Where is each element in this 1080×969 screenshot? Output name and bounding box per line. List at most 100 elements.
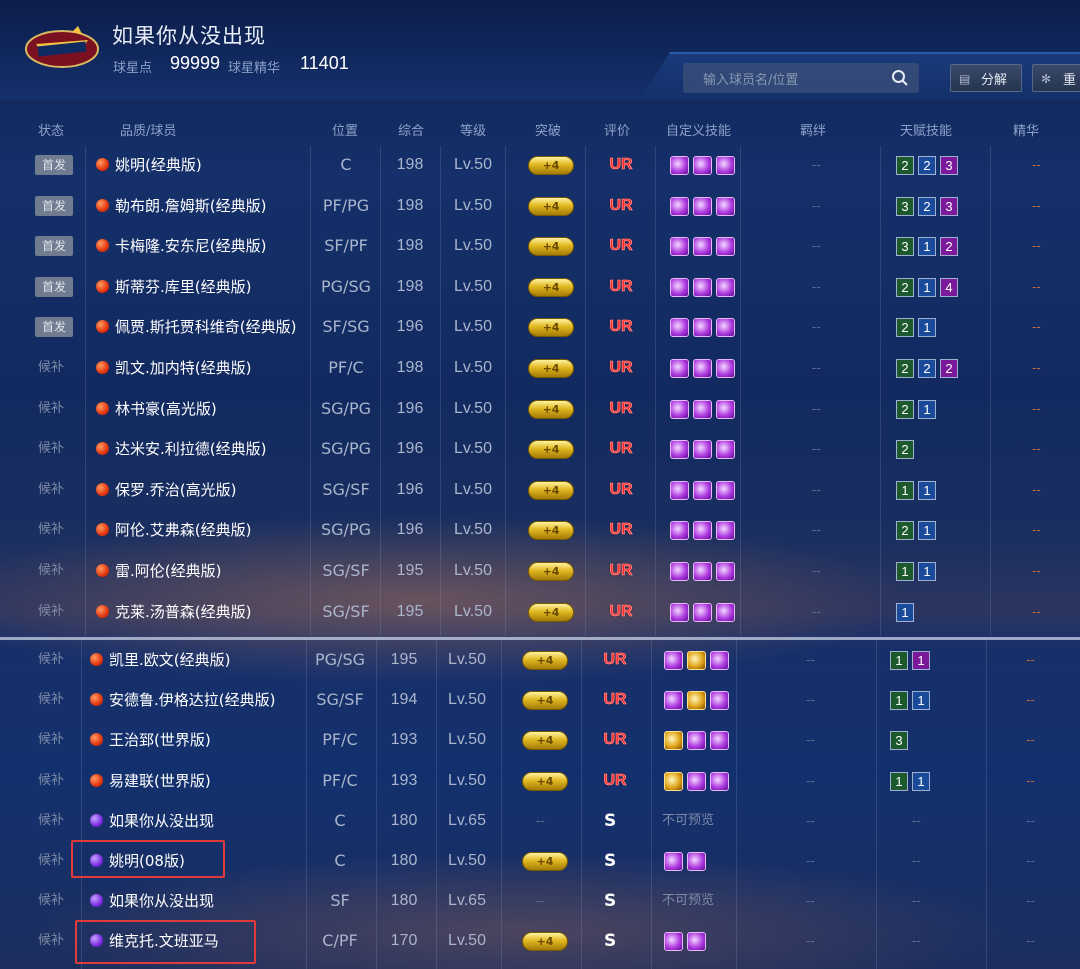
table-row[interactable]: 首发 卡梅隆.安东尼(经典版) SF/PF 198 Lv.50 +4 UR -- 3 1 2 -- — [0, 226, 1080, 266]
custom-skill-icon[interactable] — [664, 651, 683, 670]
player-name[interactable]: 保罗.乔治(高光版) — [115, 470, 236, 510]
table-row[interactable]: 首发 勒布朗.詹姆斯(经典版) PF/PG 198 Lv.50 +4 UR -- 3 2 3 -- — [0, 186, 1080, 226]
player-name[interactable]: 达米安.利拉德(经典版) — [115, 429, 266, 469]
table-row[interactable]: 候补 克莱.汤普森(经典版) SG/SF 195 Lv.50 +4 UR -- 1 -- — [0, 592, 1080, 632]
custom-skill-icon[interactable] — [693, 196, 712, 216]
table-row[interactable]: 候补 达米安.利拉德(经典版) SG/PG 196 Lv.50 +4 UR -- 2 -- — [0, 429, 1080, 469]
player-name[interactable]: 佩贾.斯托贾科维奇(经典版) — [115, 307, 296, 347]
custom-skill-icon[interactable] — [693, 440, 712, 460]
player-name[interactable]: 凯文.加内特(经典版) — [115, 348, 251, 388]
player-name[interactable]: 如果你从没出现 — [109, 881, 214, 921]
custom-skill-icon[interactable] — [664, 932, 683, 952]
custom-skill-icon[interactable] — [670, 399, 689, 419]
custom-skill-icon[interactable] — [716, 602, 735, 622]
custom-skill-icon[interactable] — [716, 399, 735, 419]
player-overall: 180 — [390, 811, 418, 829]
custom-skill-icon[interactable] — [710, 771, 729, 791]
player-name[interactable]: 斯蒂芬.库里(经典版) — [115, 267, 251, 307]
custom-skill-icon[interactable] — [710, 651, 729, 670]
custom-skill-icon[interactable] — [693, 156, 712, 175]
custom-skill-icon[interactable] — [716, 562, 735, 581]
custom-skill-icon[interactable] — [693, 399, 712, 419]
custom-skill-icon[interactable] — [670, 156, 689, 175]
custom-skill-icon[interactable] — [716, 237, 735, 257]
player-overall: 195 — [396, 562, 424, 579]
player-name[interactable]: 卡梅隆.安东尼(经典版) — [115, 226, 266, 266]
custom-skill-icon[interactable] — [693, 359, 712, 378]
player-name[interactable]: 王治郅(世界版) — [109, 720, 211, 760]
breakthrough-badge: +4 — [528, 318, 574, 338]
custom-skill-icon[interactable] — [670, 521, 689, 541]
custom-skill-icon[interactable] — [670, 318, 689, 338]
skills-unavailable: 不可预览 — [662, 812, 715, 828]
search-icon[interactable] — [891, 69, 909, 87]
custom-skill-icon[interactable] — [687, 731, 706, 751]
custom-skill-icon[interactable] — [710, 731, 729, 751]
player-name[interactable]: 勒布朗.詹姆斯(经典版) — [115, 186, 266, 226]
custom-skill-icon[interactable] — [693, 237, 712, 257]
custom-skill-icon[interactable] — [670, 277, 689, 297]
custom-skill-icon[interactable] — [693, 602, 712, 622]
custom-skill-icon[interactable] — [716, 480, 735, 500]
custom-skill-icon[interactable] — [693, 480, 712, 500]
table-row[interactable]: 首发 斯蒂芬.库里(经典版) PG/SG 198 Lv.50 +4 UR -- 2 1 4 -- — [0, 267, 1080, 307]
custom-skill-icon[interactable] — [670, 480, 689, 500]
custom-skill-icon[interactable] — [716, 156, 735, 175]
custom-skill-icon[interactable] — [664, 771, 683, 791]
player-name[interactable]: 克莱.汤普森(经典版) — [115, 592, 251, 632]
table-row[interactable]: 候补 林书豪(高光版) SG/PG 196 Lv.50 +4 UR -- 2 1 -- — [0, 389, 1080, 429]
table-row[interactable]: 候补 易建联(世界版) PF/C 193 Lv.50 +4 UR -- 1 1 -- — [0, 761, 1080, 801]
extra-button[interactable]: ✻ 重 — [1032, 64, 1080, 92]
player-name[interactable]: 姚明(经典版) — [115, 145, 202, 185]
custom-skill-icon[interactable] — [716, 521, 735, 541]
custom-skill-icon[interactable] — [664, 731, 683, 751]
custom-skill-icon[interactable] — [664, 852, 683, 871]
player-name[interactable]: 林书豪(高光版) — [115, 389, 217, 429]
custom-skill-icon[interactable] — [716, 318, 735, 338]
player-name[interactable]: 安德鲁.伊格达拉(经典版) — [109, 680, 275, 720]
decompose-button[interactable]: ▤ 分解 — [950, 64, 1022, 92]
custom-skill-icon[interactable] — [670, 562, 689, 581]
table-row[interactable]: 候补 阿伦.艾弗森(经典版) SG/PG 196 Lv.50 +4 UR -- 2 1 -- — [0, 510, 1080, 550]
custom-skill-icon[interactable] — [687, 852, 706, 871]
bond-value: -- — [812, 158, 821, 172]
player-position: SG/PG — [321, 520, 371, 540]
custom-skill-icon[interactable] — [687, 651, 706, 670]
table-row[interactable]: 候补 王治郅(世界版) PF/C 193 Lv.50 +4 UR -- 3 -- — [0, 720, 1080, 760]
custom-skill-icon[interactable] — [693, 277, 712, 297]
talent-level: 1 — [890, 691, 908, 711]
player-name[interactable]: 如果你从没出现 — [109, 801, 214, 841]
table-row[interactable]: 首发 姚明(经典版) C 198 Lv.50 +4 UR -- 2 2 3 -- — [0, 145, 1080, 185]
player-name[interactable]: 凯里.欧文(经典版) — [109, 640, 230, 680]
table-row[interactable]: 候补 凯文.加内特(经典版) PF/C 198 Lv.50 +4 UR -- 2 2 2 -- — [0, 348, 1080, 388]
custom-skill-icon[interactable] — [693, 562, 712, 581]
custom-skill-icon[interactable] — [664, 691, 683, 711]
custom-skill-icon[interactable] — [716, 196, 735, 216]
custom-skill-icon[interactable] — [670, 237, 689, 257]
custom-skill-icon[interactable] — [716, 277, 735, 297]
player-name[interactable]: 易建联(世界版) — [109, 761, 211, 801]
table-row[interactable]: 候补 安德鲁.伊格达拉(经典版) SG/SF 194 Lv.50 +4 UR -- 1 1 -- — [0, 680, 1080, 720]
player-name[interactable]: 雷.阿伦(经典版) — [115, 551, 221, 591]
custom-skill-icon[interactable] — [670, 440, 689, 460]
rating-s: S — [604, 851, 617, 871]
custom-skill-icon[interactable] — [693, 318, 712, 338]
custom-skill-icon[interactable] — [670, 602, 689, 622]
player-name[interactable]: 阿伦.艾弗森(经典版) — [115, 510, 251, 550]
table-row[interactable]: 候补 雷.阿伦(经典版) SG/SF 195 Lv.50 +4 UR -- 1 1 -- — [0, 551, 1080, 591]
custom-skill-icon[interactable] — [716, 359, 735, 378]
custom-skill-icon[interactable] — [693, 521, 712, 541]
table-row[interactable]: 候补 保罗.乔治(高光版) SG/SF 196 Lv.50 +4 UR -- 1 1 -- — [0, 470, 1080, 510]
custom-skill-icon[interactable] — [687, 932, 706, 952]
custom-skill-icon[interactable] — [687, 691, 706, 711]
table-row[interactable]: 首发 佩贾.斯托贾科维奇(经典版) SF/SG 196 Lv.50 +4 UR -- 2 1 -- — [0, 307, 1080, 347]
custom-skill-icon[interactable] — [670, 196, 689, 216]
search-input[interactable]: 输入球员名/位置 — [683, 63, 919, 93]
custom-skill-icon[interactable] — [670, 359, 689, 378]
table-row[interactable]: 候补 凯里.欧文(经典版) PG/SG 195 Lv.50 +4 UR -- 1 1 -- — [0, 640, 1080, 680]
custom-skill-icon[interactable] — [687, 771, 706, 791]
custom-skill-icon[interactable] — [710, 691, 729, 711]
custom-skill-icon[interactable] — [716, 440, 735, 460]
table-row[interactable]: 候补 如果你从没出现 C 180 Lv.65 -- S 不可预览 -- -- -- — [0, 801, 1080, 841]
table-row[interactable]: 候补 如果你从没出现 SF 180 Lv.65 -- S 不可预览 -- -- -- — [0, 881, 1080, 921]
